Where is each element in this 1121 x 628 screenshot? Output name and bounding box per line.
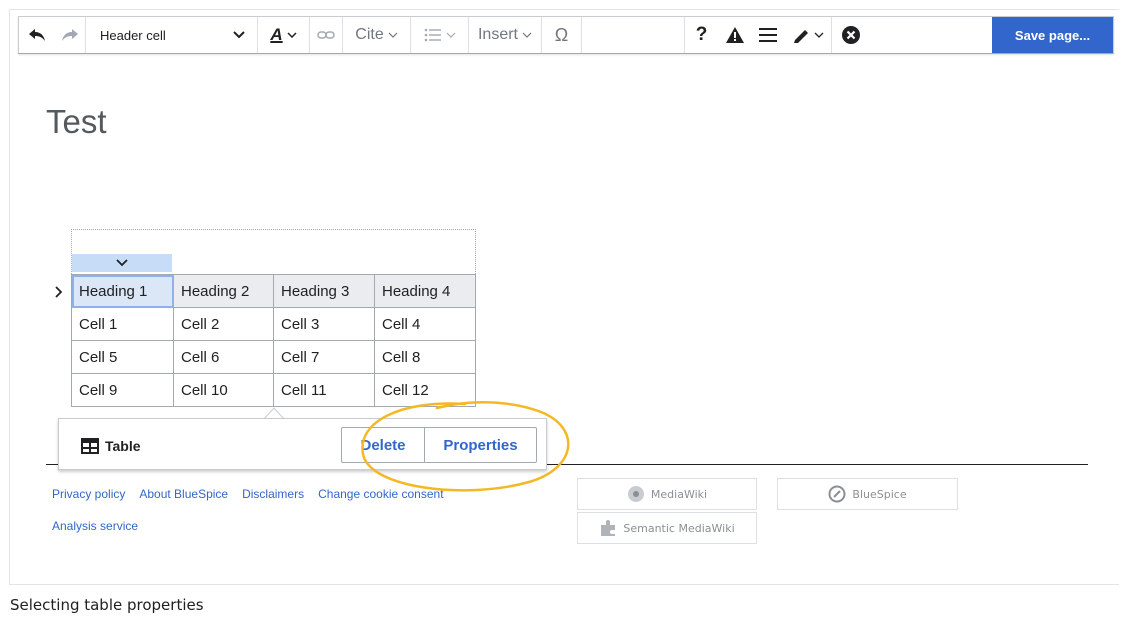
smw-badge-label: Semantic MediaWiki [623,521,735,535]
text-style-icon[interactable]: A [258,17,310,53]
context-actions: Delete Properties [341,427,537,463]
chevron-down-icon [233,26,245,44]
redo-icon[interactable] [55,17,85,53]
close-circle-icon[interactable] [832,17,870,53]
table-icon [81,438,99,454]
toolbar-spacer [582,17,685,53]
link-icon[interactable] [310,17,343,53]
table-cell[interactable]: Cell 7 [273,340,375,374]
table-cell[interactable]: Cell 1 [71,307,174,341]
format-select-label: Header cell [100,27,166,43]
editor-toolbar: Header cell A Cite Insert Ω ? Save page.… [18,16,1114,54]
cite-label: Cite [355,26,384,43]
footer-links: Privacy policy About BlueSpice Disclaime… [52,487,458,533]
table-cell[interactable]: Cell 6 [173,340,274,374]
pencil-icon[interactable] [784,17,832,53]
figure-caption: Selecting table properties [10,596,204,614]
table-cell[interactable]: Cell 5 [71,340,174,374]
sunflower-icon [627,486,644,502]
smw-badge[interactable]: Semantic MediaWiki [577,512,757,544]
insert-dropdown[interactable]: Insert [469,17,542,53]
table-header-cell[interactable]: Heading 3 [273,274,375,308]
list-icon[interactable] [411,17,469,53]
chevron-down-icon [116,259,128,267]
menu-icon[interactable] [751,17,784,53]
table-cell[interactable]: Cell 8 [374,340,476,374]
table-header-cell[interactable]: Heading 1 [71,274,174,308]
row-handle[interactable] [52,282,66,302]
cite-dropdown[interactable]: Cite [343,17,411,53]
about-link[interactable]: About BlueSpice [139,487,228,501]
table-header-row: Heading 1 Heading 2 Heading 3 Heading 4 [71,274,476,308]
table-header-cell[interactable]: Heading 2 [173,274,274,308]
table-cell[interactable]: Cell 2 [173,307,274,341]
context-label: Table [81,438,141,454]
bluespice-logo-icon [828,485,846,503]
save-button[interactable]: Save page... [992,17,1113,53]
column-handle[interactable] [72,254,172,272]
table-row: Cell 5 Cell 6 Cell 7 Cell 8 [71,340,476,374]
mediawiki-badge-label: MediaWiki [650,487,708,501]
mediawiki-badge[interactable]: MediaWiki [577,478,757,510]
table-cell[interactable]: Cell 4 [374,307,476,341]
help-icon[interactable]: ? [685,17,718,53]
undo-icon[interactable] [19,17,55,53]
table-context-popup: Table Delete Properties [58,418,547,470]
table-cell[interactable]: Cell 9 [71,373,174,407]
privacy-policy-link[interactable]: Privacy policy [52,487,125,501]
bluespice-badge-label: BlueSpice [852,487,907,501]
table-cell[interactable]: Cell 11 [273,373,375,407]
bluespice-badge[interactable]: BlueSpice [777,478,958,510]
format-dropdown[interactable]: Header cell [86,17,258,53]
analysis-service-link[interactable]: Analysis service [52,519,138,533]
table-cell[interactable]: Cell 10 [173,373,274,407]
special-character-button[interactable]: Ω [542,17,582,53]
warning-icon[interactable] [718,17,751,53]
table-cell[interactable]: Cell 12 [374,373,476,407]
page-title: Test [46,103,107,140]
omega-icon: Ω [554,24,569,45]
disclaimers-link[interactable]: Disclaimers [242,487,304,501]
properties-button[interactable]: Properties [424,428,536,462]
history-group [19,17,86,53]
chevron-right-icon [55,286,63,298]
context-label-text: Table [105,438,141,454]
delete-button[interactable]: Delete [342,428,424,462]
insert-label: Insert [477,26,518,43]
table-cell[interactable]: Cell 3 [273,307,375,341]
table-row: Cell 1 Cell 2 Cell 3 Cell 4 [71,307,476,341]
table-header-cell[interactable]: Heading 4 [374,274,476,308]
table-row: Cell 9 Cell 10 Cell 11 Cell 12 [71,373,476,407]
puzzle-icon [601,520,616,536]
wiki-table[interactable]: Heading 1 Heading 2 Heading 3 Heading 4 … [71,274,476,407]
cookie-consent-link[interactable]: Change cookie consent [318,487,443,501]
bold-a-glyph: A [270,25,283,44]
